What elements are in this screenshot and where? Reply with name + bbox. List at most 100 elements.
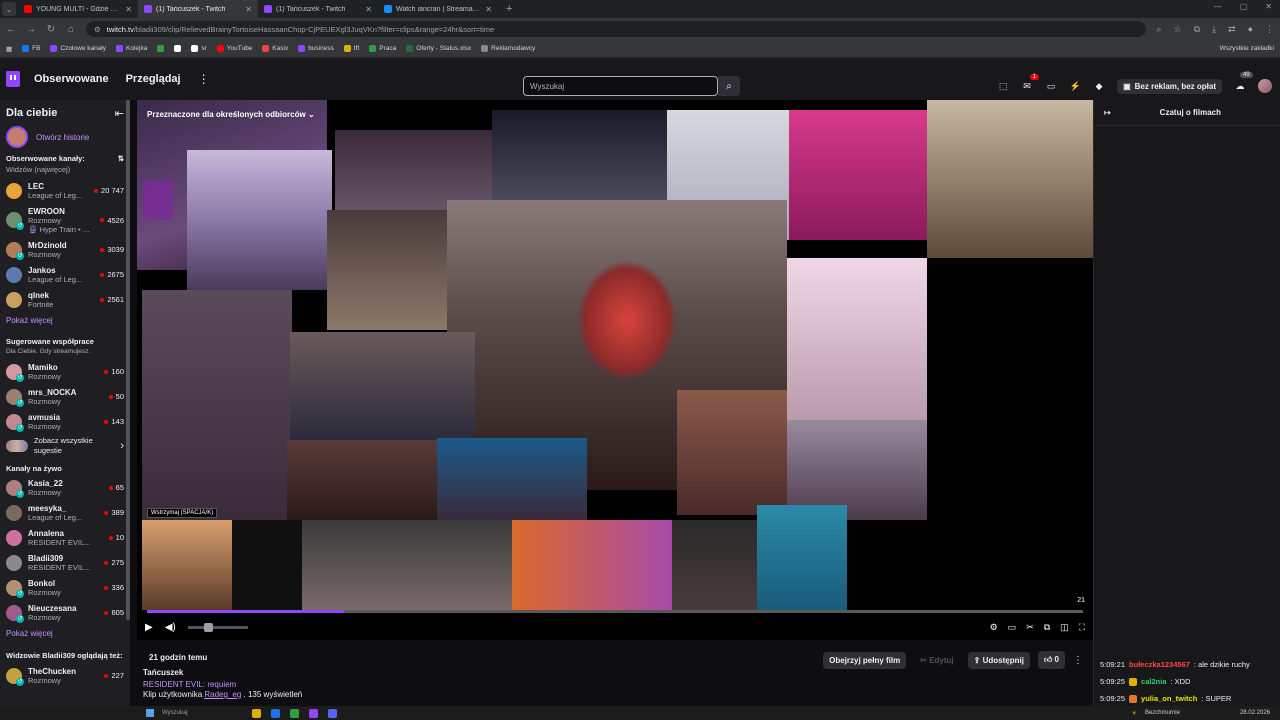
audience-label[interactable]: Przeznaczone dla określonych odbiorców ⌄ (147, 110, 315, 119)
reload-icon[interactable]: ↻ (46, 24, 56, 35)
clip-channel[interactable]: Tańcuszek (143, 668, 183, 677)
menu-icon[interactable]: ⋮ (1265, 24, 1274, 35)
bookmark-item[interactable]: Kasix (262, 45, 288, 52)
notifications-icon[interactable]: ✉ 1 (1021, 74, 1040, 92)
show-more-followed[interactable]: Pokaż więcej (0, 312, 130, 331)
close-window-icon[interactable]: ✕ (1265, 2, 1272, 11)
sidebar-channel[interactable]: Jankos League of Leg... 2675 (0, 262, 130, 287)
sidebar-channel[interactable]: Kasia_22Rozmowy 65 (0, 475, 130, 500)
see-all-suggestions[interactable]: Zobacz wszystkie sugestie › (0, 434, 130, 458)
taskbar-app-icon[interactable] (252, 708, 261, 718)
tab-close-icon[interactable]: ✕ (365, 5, 372, 14)
story-avatar[interactable] (6, 126, 28, 148)
zoom-icon[interactable]: ⌕ (1156, 24, 1161, 35)
bookmark-item[interactable]: YouTube (216, 45, 252, 52)
sidebar-channel[interactable]: mrs_NOCKARozmowy 50 (0, 384, 130, 409)
twitch-logo-icon[interactable] (6, 71, 20, 87)
open-stories-link[interactable]: Otwórz historie (36, 133, 89, 142)
sidebar-channel[interactable]: meesyka_ League of Leg... 389 (0, 500, 130, 525)
search-input[interactable]: Wyszukaj (523, 76, 718, 96)
whispers-icon[interactable]: ▭ (1045, 80, 1057, 92)
chat-username[interactable]: bułeczka1234567 (1129, 660, 1190, 669)
bits-diamond-icon[interactable]: ◆ (1093, 80, 1105, 92)
translate-icon[interactable]: ⇄ (1228, 24, 1236, 35)
bookmark-item[interactable]: Reklamodawcy (481, 45, 535, 52)
more-options-icon[interactable]: ⋮ (1073, 655, 1083, 666)
clip-icon[interactable]: ✂ (1026, 622, 1034, 633)
seek-bar[interactable] (147, 610, 1083, 613)
url-field[interactable]: ⚙ twitch.tv/bladii309/clip/RelievedBrain… (86, 21, 1147, 37)
volume-slider[interactable] (187, 622, 248, 632)
browser-tab[interactable]: (1) Tańcuszek - Twitch ✕ (258, 0, 378, 18)
collapse-chat-icon[interactable]: ↦ (1104, 108, 1111, 117)
home-icon[interactable]: ⌂ (66, 24, 76, 35)
like-button[interactable]: 👍︎ 0 (1037, 651, 1065, 669)
sidebar-channel[interactable]: qlnek Fortnite 2561 (0, 287, 130, 312)
profile-icon[interactable]: ● (1248, 24, 1253, 35)
nav-following[interactable]: Obserwowane (34, 73, 109, 85)
bookmark-item[interactable]: Czołowe kanały (50, 45, 106, 52)
turbo-icon[interactable]: ⚡ (1069, 80, 1081, 92)
theatre-mode-icon[interactable]: ▭ (1008, 622, 1017, 633)
show-more-live[interactable]: Pokaż więcej (0, 625, 130, 644)
all-bookmarks-button[interactable]: Wszystkie zakładki (1219, 45, 1274, 52)
bits-icon[interactable]: ☁ 49 (1234, 72, 1253, 92)
collapse-sidebar-icon[interactable]: ⇤ (115, 107, 124, 120)
bookmark-item[interactable]: Kolejka (116, 45, 147, 52)
followed-sort[interactable]: Widzów (najwięcej) (0, 165, 130, 178)
more-menu-icon[interactable]: ⋮ (198, 72, 210, 86)
extensions-icon[interactable]: ⧉ (1194, 24, 1200, 35)
taskbar-date[interactable]: 28.02.2026 (1240, 710, 1270, 716)
sidebar-channel[interactable]: NieuczesanaRozmowy 605 (0, 600, 130, 625)
taskbar-app-icon[interactable] (271, 708, 280, 718)
sidebar-channel[interactable]: TheChuckenRozmowy 227 (0, 663, 130, 688)
sidebar-channel[interactable]: BonkolRozmowy 336 (0, 575, 130, 600)
nav-browse[interactable]: Przeglądaj (126, 73, 181, 85)
start-button-icon[interactable] (146, 709, 154, 717)
taskbar-app-icon[interactable] (328, 708, 337, 718)
forward-icon[interactable]: → (26, 24, 36, 35)
site-info-icon[interactable]: ⚙ (94, 25, 101, 34)
search-icon[interactable]: ⌕ (718, 76, 740, 96)
bookmark-item[interactable]: Praca (369, 45, 396, 52)
edit-button[interactable]: ✂ Edytuj (914, 652, 959, 669)
settings-icon[interactable]: ⚙ (990, 622, 998, 633)
bookmark-item[interactable] (174, 45, 182, 52)
minimize-icon[interactable]: — (1214, 2, 1222, 11)
fullscreen-icon[interactable]: ⛶ (1079, 622, 1085, 633)
chat-username[interactable]: cal2nia (1141, 677, 1166, 686)
stories-row[interactable]: Otwórz historie (0, 126, 130, 148)
bookmark-item[interactable]: FB (22, 45, 40, 52)
share-button[interactable]: ⇪ Udostępnij (967, 651, 1030, 669)
sidebar-toggle-icon[interactable]: ◫ (1060, 622, 1069, 633)
maximize-icon[interactable]: ▢ (1240, 2, 1248, 11)
sort-icon[interactable]: ⇅ (118, 154, 124, 163)
video-player[interactable]: Przeznaczone dla określonych odbiorców ⌄… (137, 100, 1093, 640)
watch-full-button[interactable]: Obejrzyj pełny film (823, 651, 907, 669)
new-tab-button[interactable]: + (498, 3, 520, 15)
taskbar-app-icon[interactable] (290, 708, 299, 718)
browser-tab[interactable]: Watch iancran | Streamable ✕ (378, 0, 498, 18)
sidebar-channel[interactable]: Annalena RESIDENT EVIL... 10 (0, 525, 130, 550)
sidebar-channel[interactable]: MrDzinoldRozmowy 3039 (0, 237, 130, 262)
sidebar-channel[interactable]: MamikoRozmowy 160 (0, 359, 130, 384)
tab-close-icon[interactable]: ✕ (245, 5, 252, 14)
download-icon[interactable]: ⤓ (1212, 24, 1216, 35)
taskbar-search[interactable]: Wyszukaj (162, 710, 252, 716)
pip-icon[interactable]: ⧉ (1044, 622, 1050, 633)
sidebar-channel[interactable]: avmusiaRozmowy 143 (0, 409, 130, 434)
clip-category[interactable]: RESIDENT EVIL: requiem (143, 680, 236, 689)
bookmark-item[interactable]: tft (343, 45, 359, 52)
prime-loot-icon[interactable]: ⬚ (997, 80, 1009, 92)
tab-search-icon[interactable]: ⌄ (2, 2, 16, 16)
apps-grid-icon[interactable]: ▦ (6, 45, 12, 53)
volume-icon[interactable]: ◀) (165, 622, 176, 633)
back-icon[interactable]: ← (6, 24, 16, 35)
tab-close-icon[interactable]: ✕ (485, 5, 492, 14)
bookmark-star-icon[interactable]: ☆ (1174, 24, 1182, 35)
browser-tab[interactable]: (1) Tańcuszek - Twitch ✕ (138, 0, 258, 18)
bookmark-item[interactable] (157, 45, 165, 52)
bookmark-item[interactable]: business (298, 45, 334, 52)
taskbar-app-icon[interactable] (309, 708, 318, 718)
chat-username[interactable]: yulia_on_twitch (1141, 694, 1197, 703)
